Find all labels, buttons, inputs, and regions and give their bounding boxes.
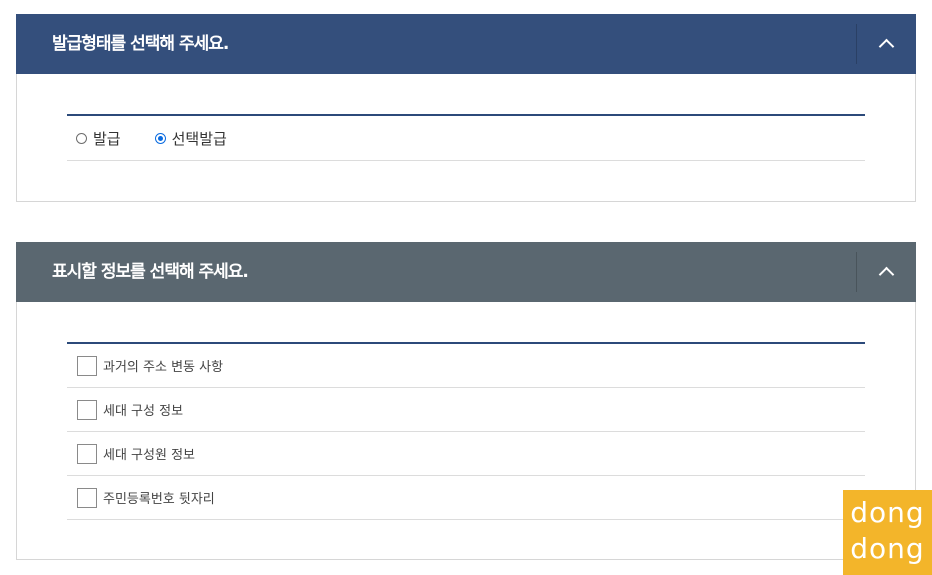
radio-label: 선택발급 (171, 129, 227, 148)
issue-type-panel-header: 발급형태를 선택해 주세요. (16, 14, 916, 74)
chevron-up-icon (878, 38, 895, 55)
radio-group: 발급 선택발급 (67, 116, 865, 161)
radio-option-issue[interactable]: 발급 (76, 128, 121, 149)
radio-button[interactable] (76, 132, 87, 144)
issue-type-options: 발급 선택발급 (67, 114, 865, 161)
display-info-panel: 표시할 정보를 선택해 주세요. 과거의 주소 변동 사항 세대 구성 정보 세… (16, 242, 916, 560)
watermark-logo: dong dong (843, 490, 932, 575)
checkbox[interactable] (77, 487, 97, 508)
display-info-options: 과거의 주소 변동 사항 세대 구성 정보 세대 구성원 정보 주민등록번호 뒷… (67, 342, 865, 520)
checkbox-item-household-composition[interactable]: 세대 구성 정보 (67, 388, 865, 432)
issue-type-collapse-button[interactable] (857, 14, 916, 74)
chevron-up-icon (878, 266, 895, 283)
watermark-line: dong (850, 496, 925, 529)
checkbox-item-past-address-changes[interactable]: 과거의 주소 변동 사항 (67, 344, 865, 388)
radio-button[interactable] (154, 132, 166, 144)
issue-type-panel: 발급형태를 선택해 주세요. 발급 선택발급 (16, 14, 916, 202)
checkbox-label: 주민등록번호 뒷자리 (103, 492, 215, 507)
checkbox-item-resident-number-suffix[interactable]: 주민등록번호 뒷자리 (67, 476, 865, 520)
checkbox-label: 세대 구성원 정보 (103, 448, 195, 463)
display-info-panel-title: 표시할 정보를 선택해 주세요. (52, 262, 249, 282)
checkbox-item-household-members[interactable]: 세대 구성원 정보 (67, 432, 865, 476)
display-info-collapse-button[interactable] (857, 242, 916, 302)
checkbox-label: 세대 구성 정보 (103, 404, 184, 419)
radio-label: 발급 (93, 129, 121, 148)
checkbox[interactable] (77, 355, 97, 376)
issue-type-panel-title: 발급형태를 선택해 주세요. (52, 34, 229, 54)
watermark-line: dong (850, 532, 925, 565)
checkbox[interactable] (77, 399, 97, 420)
radio-option-selective-issue[interactable]: 선택발급 (154, 128, 227, 149)
checkbox[interactable] (77, 443, 97, 464)
checkbox-label: 과거의 주소 변동 사항 (103, 360, 224, 375)
display-info-panel-header: 표시할 정보를 선택해 주세요. (16, 242, 916, 302)
